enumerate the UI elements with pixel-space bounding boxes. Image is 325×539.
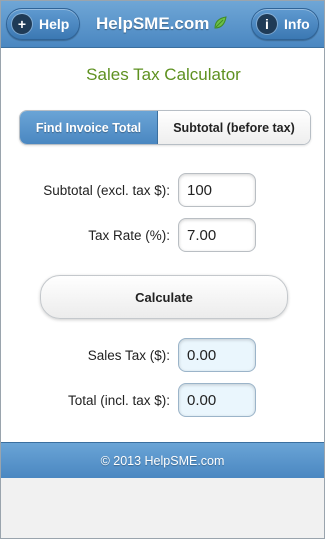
total-row: Total (incl. tax $): 0.00 <box>1 383 325 419</box>
subtotal-label: Subtotal (excl. tax $): <box>43 183 170 198</box>
site-title: HelpSME.com <box>96 14 210 33</box>
tab-find-invoice-total[interactable]: Find Invoice Total <box>20 111 158 144</box>
info-button[interactable]: i Info <box>251 8 319 40</box>
empty-bottom-area <box>1 478 324 538</box>
tax-rate-input[interactable]: 7.00 <box>178 218 256 252</box>
subtotal-input[interactable]: 100 <box>178 173 256 207</box>
copyright-text: © 2013 HelpSME.com <box>100 453 225 468</box>
app-frame: + Help HelpSME.com i Info Sales Tax Calc… <box>0 0 325 539</box>
sales-tax-output[interactable]: 0.00 <box>178 338 256 372</box>
info-icon: i <box>257 14 277 34</box>
page-title: Sales Tax Calculator <box>86 65 241 84</box>
total-label: Total (incl. tax $): <box>67 393 170 408</box>
plus-icon: + <box>12 14 32 34</box>
tax-rate-row: Tax Rate (%): 7.00 <box>1 218 325 254</box>
header-bar: + Help HelpSME.com i Info <box>1 1 324 48</box>
total-output[interactable]: 0.00 <box>178 383 256 417</box>
info-button-label: Info <box>284 16 310 32</box>
help-button-label: Help <box>39 16 70 32</box>
calculate-button[interactable]: Calculate <box>40 275 288 319</box>
help-button[interactable]: + Help <box>6 8 80 40</box>
sales-tax-row: Sales Tax ($): 0.00 <box>1 338 325 374</box>
mode-segmented-control: Find Invoice Total Subtotal (before tax) <box>19 110 311 145</box>
sales-tax-label: Sales Tax ($): <box>87 348 170 363</box>
leaf-icon <box>213 16 227 35</box>
footer-bar: © 2013 HelpSME.com <box>1 442 324 479</box>
tax-rate-label: Tax Rate (%): <box>88 228 170 243</box>
tab-subtotal-before-tax[interactable]: Subtotal (before tax) <box>158 111 310 144</box>
subtotal-row: Subtotal (excl. tax $): 100 <box>1 173 325 209</box>
